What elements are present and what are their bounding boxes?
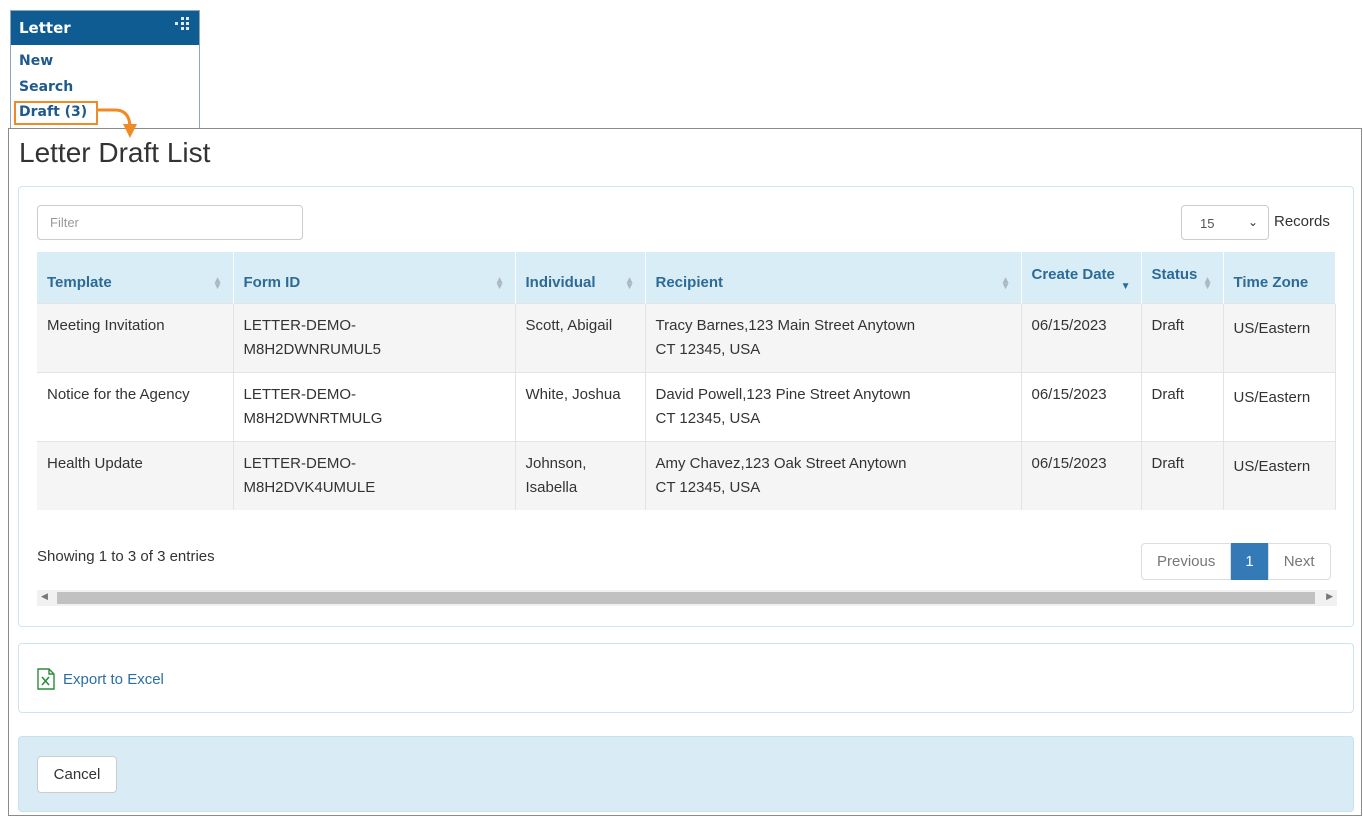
sort-icon: ▲ ▼ (494, 274, 505, 292)
menu-item-draft[interactable]: Draft (3) (19, 104, 87, 120)
column-header-create-date[interactable]: Create Date ▼ (1021, 252, 1142, 303)
cell-status: Draft (1141, 371, 1224, 441)
cell-template: Meeting Invitation (37, 302, 234, 372)
cell-time-zone: US/Eastern (1223, 302, 1336, 372)
cell-individual: Scott, Abigail (515, 302, 646, 372)
excel-icon (37, 668, 55, 690)
cell-create-date: 06/15/2023 (1021, 440, 1142, 510)
filter-input[interactable] (37, 205, 303, 240)
scrollbar-thumb[interactable] (57, 592, 1315, 604)
horizontal-scrollbar[interactable]: ◀ ▶ (37, 590, 1337, 606)
column-header-individual[interactable]: Individual ▲ ▼ (515, 252, 646, 303)
cell-template: Notice for the Agency (37, 371, 234, 441)
cancel-button[interactable]: Cancel (37, 756, 117, 793)
cell-form-id: LETTER-DEMO- M8H2DWNRTMULG (233, 371, 516, 441)
cell-status: Draft (1141, 302, 1224, 372)
cell-time-zone: US/Eastern (1223, 371, 1336, 441)
draft-table: Template ▲ ▼ Form ID ▲ ▼ Individual ▲ ▼ Recipi… (37, 252, 1336, 510)
records-label: Records (1274, 213, 1330, 230)
sort-icon: ▲ ▼ (624, 274, 635, 292)
grid-icon (175, 17, 191, 33)
actions-bar: Cancel (18, 736, 1354, 812)
records-per-page-select[interactable]: 15 ⌄ (1181, 205, 1269, 240)
column-header-recipient[interactable]: Recipient ▲ ▼ (645, 252, 1022, 303)
column-header-status[interactable]: Status ▲ ▼ (1141, 252, 1224, 303)
previous-page-button[interactable]: Previous (1141, 543, 1232, 580)
cell-create-date: 06/15/2023 (1021, 371, 1142, 441)
main-panel: Letter Draft List 15 ⌄ Records Template▲… (8, 128, 1362, 816)
cell-form-id: LETTER-DEMO- M8H2DVK4UMULE (233, 440, 516, 510)
entries-info: Showing 1 to 3 of 3 entries (37, 548, 215, 565)
export-card: Export to Excel (18, 643, 1354, 713)
chevron-down-icon: ⌄ (1247, 215, 1258, 229)
scroll-left-icon[interactable]: ◀ (41, 591, 48, 602)
menu-item-search[interactable]: Search (19, 79, 73, 95)
cell-template: Health Update (37, 440, 234, 510)
table-row[interactable]: Notice for the Agency LETTER-DEMO- M8H2DW… (37, 371, 1336, 441)
cell-create-date: 06/15/2023 (1021, 302, 1142, 372)
draft-list-card: 15 ⌄ Records Template▲▼ Form ID▲▼ Indivi… (18, 186, 1354, 627)
callout-arrow-icon (97, 108, 137, 138)
sort-icon: ▲ ▼ (1202, 274, 1213, 292)
sort-desc-icon: ▼ (1120, 280, 1131, 292)
cell-form-id: LETTER-DEMO- M8H2DWNRUMUL5 (233, 302, 516, 372)
letter-menu-title: Letter (19, 19, 71, 37)
export-label: Export to Excel (63, 670, 164, 688)
cell-status: Draft (1141, 440, 1224, 510)
export-to-excel-link[interactable]: Export to Excel (37, 668, 164, 690)
scroll-right-icon[interactable]: ▶ (1326, 591, 1333, 602)
cell-recipient: Amy Chavez,123 Oak Street Anytown CT 123… (645, 440, 1022, 510)
cell-recipient: David Powell,123 Pine Street Anytown CT … (645, 371, 1022, 441)
table-row[interactable]: Meeting Invitation LETTER-DEMO- M8H2DWNRU… (37, 302, 1336, 372)
cell-individual: White, Joshua (515, 371, 646, 441)
cell-individual: Johnson, Isabella (515, 440, 646, 510)
table-header-row: Template ▲ ▼ Form ID ▲ ▼ Individual ▲ ▼ Recipi… (37, 252, 1336, 303)
column-header-time-zone[interactable]: Time Zone (1223, 252, 1336, 303)
menu-item-new[interactable]: New (19, 53, 53, 69)
cell-time-zone: US/Eastern (1223, 440, 1336, 510)
sort-icon: ▲ ▼ (212, 274, 223, 292)
column-header-form-id[interactable]: Form ID ▲ ▼ (233, 252, 516, 303)
letter-menu-header: Letter (11, 11, 199, 45)
records-per-page-value: 15 (1200, 216, 1215, 231)
column-header-template[interactable]: Template ▲ ▼ (37, 252, 234, 303)
cell-recipient: Tracy Barnes,123 Main Street Anytown CT … (645, 302, 1022, 372)
pagination: Previous 1 Next (1141, 543, 1331, 580)
next-page-button[interactable]: Next (1267, 543, 1331, 580)
page-1-button[interactable]: 1 (1231, 543, 1268, 580)
table-row[interactable]: Health Update LETTER-DEMO- M8H2DVK4UMULE J… (37, 440, 1336, 510)
sort-icon: ▲ ▼ (1000, 274, 1011, 292)
